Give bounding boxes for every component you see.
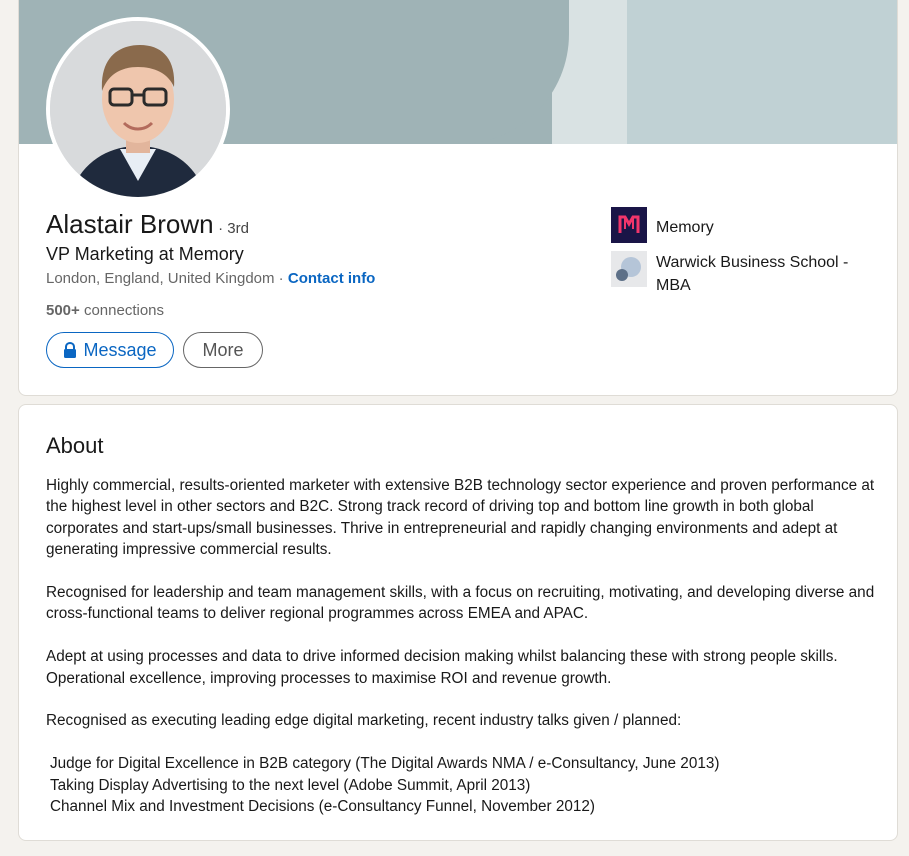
about-heading: About — [46, 433, 104, 458]
school-logo-icon — [611, 251, 647, 287]
talk-item: Channel Mix and Investment Decisions (e-… — [50, 798, 596, 816]
connections-number: 500+ — [46, 302, 80, 319]
connections-count[interactable]: 500+ connections — [46, 302, 164, 319]
avatar-illustration — [50, 21, 226, 197]
connections-label: connections — [79, 302, 165, 319]
about-paragraph: Recognised for leadership and team manag… — [46, 584, 875, 623]
org-item-warwick[interactable]: Warwick Business School - MBA — [611, 251, 881, 294]
profile-top-card: Alastair Brown · 3rd VP Marketing at Mem… — [18, 0, 898, 396]
banner-shape — [349, 0, 569, 144]
lock-icon — [63, 342, 77, 358]
about-text: Highly commercial, results-oriented mark… — [46, 475, 878, 817]
profile-photo[interactable] — [46, 17, 230, 201]
memory-logo-icon — [611, 207, 647, 243]
more-button-label: More — [202, 339, 244, 360]
talk-item: Judge for Digital Excellence in B2B cate… — [50, 755, 720, 773]
about-paragraph: Recognised as executing leading edge dig… — [46, 712, 682, 730]
org-name: Memory — [656, 219, 714, 236]
contact-info-link[interactable]: Contact info — [288, 270, 376, 287]
profile-organizations: Memory Warwick Business School - MBA — [611, 207, 881, 295]
profile-name: Alastair Brown — [46, 209, 214, 239]
connection-degree: · 3rd — [218, 220, 249, 237]
about-paragraph: Highly commercial, results-oriented mark… — [46, 477, 875, 559]
org-item-memory[interactable]: Memory — [611, 207, 881, 243]
org-name: Warwick Business School - MBA — [656, 254, 849, 294]
message-button[interactable]: Message — [46, 332, 174, 368]
profile-headline: VP Marketing at Memory — [46, 244, 244, 264]
more-button[interactable]: More — [183, 332, 263, 368]
message-button-label: Message — [83, 339, 157, 360]
profile-name-row: Alastair Brown · 3rd — [46, 209, 249, 240]
about-paragraph: Adept at using processes and data to dri… — [46, 648, 838, 687]
talk-item: Taking Display Advertising to the next l… — [50, 776, 531, 794]
profile-location: London, England, United Kingdom — [46, 270, 275, 287]
banner-shape — [625, 0, 897, 144]
profile-location-row: London, England, United Kingdom · Contac… — [46, 270, 375, 287]
about-section: About Highly commercial, results-oriente… — [18, 404, 898, 841]
location-separator: · — [274, 270, 288, 287]
